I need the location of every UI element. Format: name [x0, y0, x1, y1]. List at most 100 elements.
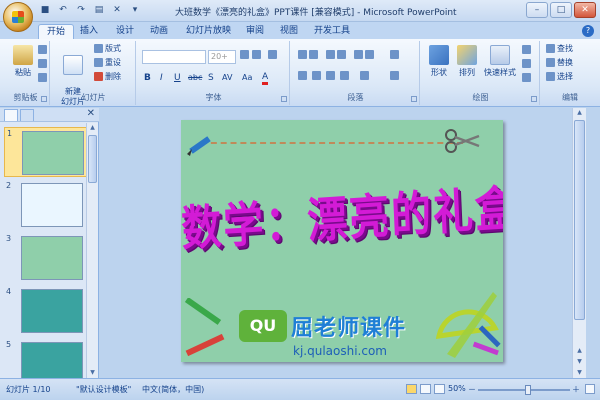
bullets-icon[interactable] — [298, 50, 318, 59]
delete-button[interactable]: 删除 — [94, 71, 121, 82]
help-icon[interactable]: ? — [582, 25, 594, 37]
text-direction-icon[interactable] — [390, 71, 399, 80]
change-case-button[interactable]: Aa — [242, 73, 252, 82]
tab-insert[interactable]: 插入 — [80, 24, 98, 39]
save-icon[interactable]: ■ — [38, 4, 52, 17]
quick-styles-icon — [490, 45, 510, 65]
copy-icon[interactable] — [38, 59, 47, 68]
spelling-icon[interactable]: ✕ — [110, 4, 124, 17]
line-spacing-icon[interactable] — [390, 50, 399, 59]
scroll-up-icon[interactable]: ▲ — [87, 123, 98, 133]
tab-home[interactable]: 开始 — [38, 24, 75, 39]
clipboard-launcher[interactable] — [41, 96, 47, 102]
slide-scrollbar[interactable]: ▲ ▲ ▼ ▼ — [572, 108, 586, 378]
reset-button[interactable]: 重设 — [94, 57, 121, 68]
tab-animation[interactable]: 动画 — [150, 24, 168, 39]
tab-design[interactable]: 设计 — [116, 24, 134, 39]
close-button[interactable]: ✕ — [574, 2, 596, 18]
tab-slideshow[interactable]: 幻灯片放映 — [186, 24, 231, 39]
slide-canvas[interactable]: 数学：漂亮的礼盒 QU 屈老师课件 kj.qulaoshi.com — [181, 120, 503, 362]
panel-scrollbar[interactable]: ▲ ▼ — [86, 123, 98, 378]
zoom-slider-knob[interactable] — [525, 385, 531, 395]
quick-styles-button[interactable]: 快速样式 — [480, 45, 520, 78]
shrink-font-icon[interactable] — [252, 50, 261, 59]
customize-qat-icon[interactable]: ▾ — [128, 4, 142, 17]
grow-font-icon[interactable] — [240, 50, 249, 59]
strikethrough-button[interactable]: abc — [188, 73, 202, 82]
clear-format-icon[interactable] — [268, 50, 277, 59]
thumbnail-image — [21, 289, 83, 333]
arrange-label: 排列 — [459, 68, 475, 77]
editing-group-label: 编辑 — [562, 93, 578, 102]
paste-button[interactable]: 粘贴 — [8, 45, 38, 78]
indent-icon[interactable] — [354, 50, 374, 59]
panel-scrollbar-thumb[interactable] — [88, 135, 97, 183]
slide-sorter-icon[interactable] — [420, 384, 431, 394]
group-paragraph: 段落 — [292, 41, 420, 105]
print-preview-icon[interactable]: ▤ — [92, 4, 106, 17]
font-size-combo[interactable]: 20+ — [208, 50, 236, 64]
zoom-level[interactable]: 50% — [448, 384, 466, 393]
slides-tab[interactable] — [4, 109, 18, 121]
replace-button[interactable]: 替换 — [546, 57, 573, 68]
language-status[interactable]: 中文(简体，中国) — [142, 384, 204, 395]
font-name-combo[interactable] — [142, 50, 206, 64]
tab-review[interactable]: 审阅 — [246, 24, 264, 39]
drawing-launcher[interactable] — [531, 96, 537, 102]
slide-thumbnail[interactable]: 2 — [4, 180, 88, 230]
prev-slide-icon[interactable]: ▲ — [573, 346, 586, 356]
zoom-slider[interactable] — [478, 385, 570, 395]
justify-icon[interactable] — [340, 71, 349, 80]
slide-thumbnail[interactable]: 3 — [4, 233, 88, 283]
align-right-icon[interactable] — [326, 71, 335, 80]
panel-close-icon[interactable]: ✕ — [87, 108, 95, 119]
slide-scroll-down-icon[interactable]: ▼ — [573, 368, 586, 378]
slide-scroll-up-icon[interactable]: ▲ — [573, 108, 586, 118]
slide-thumbnail[interactable]: 4 — [4, 286, 88, 336]
underline-button[interactable]: U — [174, 73, 181, 83]
tab-view[interactable]: 视图 — [280, 24, 298, 39]
binoculars-icon — [546, 44, 555, 53]
arrange-button[interactable]: 排列 — [452, 45, 482, 78]
align-center-icon[interactable] — [312, 71, 321, 80]
shape-outline-icon[interactable] — [522, 59, 531, 68]
minimize-button[interactable]: – — [526, 2, 548, 18]
shape-button[interactable]: 形状 — [424, 45, 454, 78]
slide-scrollbar-thumb[interactable] — [574, 120, 585, 320]
normal-view-icon[interactable] — [406, 384, 417, 394]
next-slide-icon[interactable]: ▼ — [573, 357, 586, 367]
theme-name[interactable]: "默认设计模板" — [76, 384, 131, 395]
font-launcher[interactable] — [281, 96, 287, 102]
paragraph-launcher[interactable] — [411, 96, 417, 102]
maximize-button[interactable]: □ — [550, 2, 572, 18]
redo-icon[interactable]: ↷ — [74, 4, 88, 17]
tab-developer[interactable]: 开发工具 — [314, 24, 350, 39]
align-left-icon[interactable] — [298, 71, 307, 80]
font-color-button[interactable]: A — [262, 73, 269, 85]
zoom-in-button[interactable]: ＋ — [572, 384, 580, 395]
numbering-icon[interactable] — [326, 50, 346, 59]
panel-tabs: ✕ — [0, 108, 99, 122]
char-spacing-button[interactable]: AV — [222, 73, 232, 82]
find-button[interactable]: 查找 — [546, 43, 573, 54]
select-button[interactable]: 选择 — [546, 71, 573, 82]
layout-button[interactable]: 版式 — [94, 43, 121, 54]
slideshow-view-icon[interactable] — [434, 384, 445, 394]
italic-button[interactable]: I — [160, 73, 163, 83]
paste-icon — [13, 45, 33, 65]
cut-icon[interactable] — [38, 45, 47, 54]
outline-tab[interactable] — [20, 109, 34, 121]
shadow-button[interactable]: S — [208, 73, 214, 83]
bold-button[interactable]: B — [144, 73, 151, 83]
shape-effects-icon[interactable] — [522, 73, 531, 82]
slide-thumbnail[interactable]: 1 — [4, 127, 88, 177]
shape-fill-icon[interactable] — [522, 45, 531, 54]
zoom-out-button[interactable]: － — [468, 384, 476, 395]
undo-icon[interactable]: ↶ — [56, 4, 70, 17]
columns-icon[interactable] — [360, 71, 369, 80]
format-painter-icon[interactable] — [38, 73, 47, 82]
scroll-down-icon[interactable]: ▼ — [87, 368, 98, 378]
thumbnail-number: 5 — [6, 340, 12, 349]
fit-window-icon[interactable] — [585, 384, 595, 394]
office-button[interactable] — [3, 2, 33, 32]
